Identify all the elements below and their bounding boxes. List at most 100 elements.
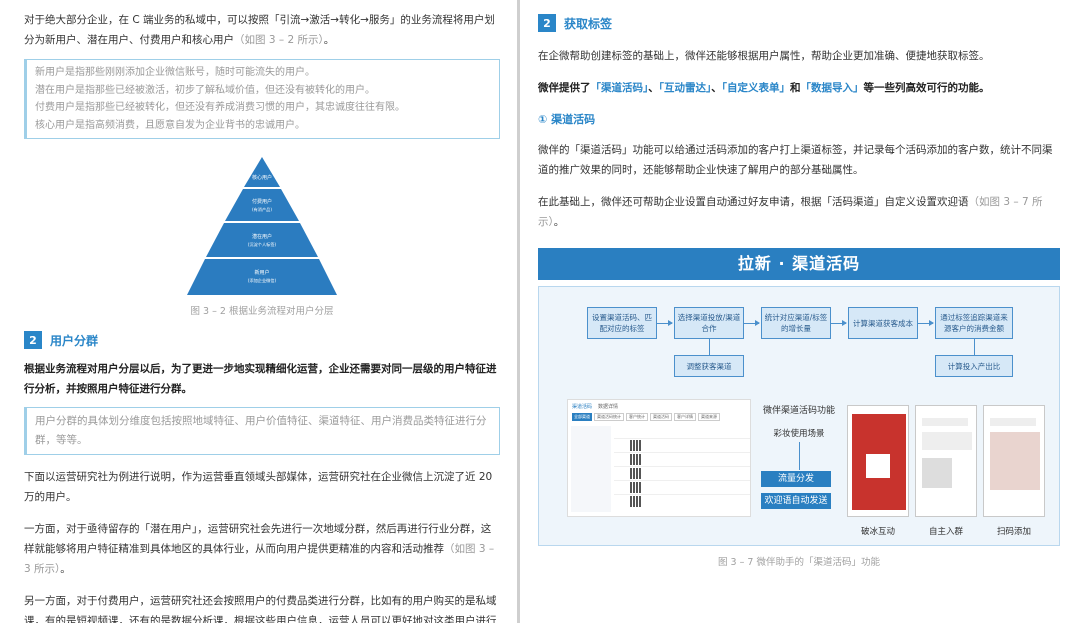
phone-label-scan-add: 扫码添加 bbox=[996, 527, 1031, 537]
pyramid-layer-paid bbox=[225, 189, 299, 221]
admin-filter-2[interactable]: 渠道活码统计 bbox=[594, 413, 624, 421]
right-page: 2 获取标签 在企微帮助创建标签的基础上，微伴还能够根据用户属性，帮助企业更加准… bbox=[520, 0, 1080, 623]
feature-title: 微伴渠道活码功能 bbox=[762, 406, 835, 416]
admin-filter-3[interactable]: 客户统计 bbox=[626, 413, 648, 421]
segmentation-quote-text: 用户分群的具体划分维度包括按照地域特征、用户价值特征、渠道特征、用户消费品类特征… bbox=[35, 415, 487, 446]
flow-step-adjust: 调整获客渠道 bbox=[674, 355, 744, 377]
paragraph-b-end: 。 bbox=[60, 563, 71, 575]
auto-welcome-button: 欢迎语自动发送 bbox=[761, 493, 831, 509]
chat-bubble bbox=[922, 418, 968, 426]
p4-text: 在此基础上，微伴还可帮助企业设置自动通过好友申请，根据「活码渠道」自定义设置欢迎… bbox=[538, 196, 969, 208]
qr-code-icon bbox=[630, 440, 641, 451]
quote-line-3: 付费用户是指那些已经被转化，但还没有养成消费习惯的用户，其忠诚度往往有限。 bbox=[35, 102, 405, 113]
section-2-heading: 2 用户分群 bbox=[24, 331, 500, 349]
left-page: 对于绝大部分企业，在 C 端业务的私域中，可以按照「引流→激活→转化→服务」的业… bbox=[0, 0, 518, 623]
figure-caption-3-7: 图 3 – 7 微伴助手的「渠道活码」功能 bbox=[718, 557, 880, 568]
pyramid-label-new: 新用户 bbox=[254, 269, 269, 276]
right-paragraph-3: 微伴的「渠道活码」功能可以给通过活码添加的客户打上渠道标签，并记录每个活码添加的… bbox=[538, 144, 1053, 176]
feature-interaction-radar: 「互动雷达」 bbox=[658, 82, 712, 94]
right-section-heading: 2 获取标签 bbox=[538, 14, 1060, 32]
admin-filter-5[interactable]: 客户详情 bbox=[674, 413, 696, 421]
right-section-number-badge: 2 bbox=[538, 14, 556, 32]
right-section-title: 获取标签 bbox=[564, 16, 613, 31]
admin-sidebar bbox=[571, 426, 611, 512]
phone-label-group-join: 自主入群 bbox=[928, 527, 963, 537]
pyramid-layer-new bbox=[187, 259, 337, 295]
channel-code-banner: 拉新 · 渠道活码 bbox=[538, 248, 1060, 280]
paragraph-b: 一方面，对于亟待留存的「潜在用户」，运营研究社会先进行一次地域分群，然后再进行行… bbox=[24, 519, 500, 579]
flow-step-2: 选择渠道投放/渠道合作 bbox=[674, 307, 744, 339]
admin-row bbox=[614, 480, 750, 481]
pyramid-label-potential: 潜在用户 bbox=[252, 233, 272, 240]
p4-end: 。 bbox=[553, 216, 565, 228]
phone-mock-scan-add bbox=[983, 405, 1045, 517]
feature-channel-code: 「渠道活码」 bbox=[590, 82, 649, 94]
flow-step-5: 通过标签追踪渠道来源客户的消费金额 bbox=[935, 307, 1013, 339]
admin-filter-6[interactable]: 渠道来源 bbox=[698, 413, 720, 421]
p2-sep-3: 和 bbox=[790, 82, 801, 94]
feature-subtitle: 彩妆使用场景 bbox=[773, 429, 825, 439]
p2-sep-2: 、 bbox=[711, 82, 722, 94]
pyramid-svg: 核心用户 付费用户 (有消产品) 潜在用户 (沉淀个人标签) 新用户 (添加企业… bbox=[187, 157, 337, 295]
quote-line-4: 核心用户是指高频消费，且愿意自发为企业背书的忠诚用户。 bbox=[35, 119, 305, 131]
flow-step-1: 设置渠道活码、匹配对应的标签 bbox=[587, 307, 657, 339]
qr-code-icon bbox=[630, 496, 641, 507]
right-paragraph-2: 微伴提供了「渠道活码」、「互动雷达」、「自定义表单」和「数据导入」等一些列高效可… bbox=[538, 78, 1060, 98]
qr-code-icon bbox=[630, 482, 641, 493]
quote-line-2: 潜在用户是指那些已经被激活，初步了解私域价值，但还没有被转化的用户。 bbox=[35, 84, 375, 96]
flow-arrow-2 bbox=[744, 320, 760, 326]
flow-step-4: 计算渠道获客成本 bbox=[848, 307, 918, 339]
admin-filter-1[interactable]: 全部渠道 bbox=[572, 413, 592, 421]
intro-paragraph: 对于绝大部分企业，在 C 端业务的私域中，可以按照「引流→激活→转化→服务」的业… bbox=[24, 10, 500, 50]
flow-connector-left bbox=[709, 339, 710, 355]
channel-code-figure: 设置渠道活码、匹配对应的标签 选择渠道投放/渠道合作 统计对应渠道/标签的增长量… bbox=[538, 286, 1060, 546]
figure-caption-3-2: 图 3 – 2 根据业务流程对用户分层 bbox=[190, 306, 334, 317]
paragraph-a: 下面以运营研究社为例进行说明，作为运营垂直领域头部媒体，运营研究社在企业微信上沉… bbox=[24, 471, 493, 503]
admin-row bbox=[614, 494, 750, 495]
user-definitions-quote: 新用户是指那些刚刚添加企业微信账号，随时可能流失的用户。 潜在用户是指那些已经被… bbox=[24, 59, 500, 139]
user-pyramid-figure: 核心用户 付费用户 (有消产品) 潜在用户 (沉淀个人标签) 新用户 (添加企业… bbox=[187, 157, 337, 297]
paragraph-c: 另一方面，对于付费用户，运营研究社还会按照用户的付费品类进行分群，比如有的用户购… bbox=[24, 595, 497, 623]
phone-mock-ice-break bbox=[847, 405, 909, 517]
paragraph-b-text: 一方面，对于亟待留存的「潜在用户」，运营研究社会先进行一次地域分群，然后再进行行… bbox=[24, 523, 492, 555]
admin-filters: 全部渠道 渠道活码统计 客户统计 渠道活码 客户详情 渠道来源 bbox=[572, 413, 720, 421]
segmentation-quote: 用户分群的具体划分维度包括按照地域特征、用户价值特征、渠道特征、用户消费品类特征… bbox=[24, 407, 500, 455]
pyramid-sub-new: (添加企业微信) bbox=[248, 277, 277, 284]
flow-arrow-1 bbox=[657, 320, 673, 326]
p2-prefix: 微伴提供了 bbox=[538, 82, 591, 94]
chat-bubble bbox=[990, 418, 1036, 426]
right-paragraph-4: 在此基础上，微伴还可帮助企业设置自动通过好友申请，根据「活码渠道」自定义设置欢迎… bbox=[538, 192, 1060, 232]
p2-sep-1: 、 bbox=[648, 82, 659, 94]
pyramid-sub-paid: (有消产品) bbox=[252, 206, 272, 213]
flow-step-roi: 计算投入产出比 bbox=[935, 355, 1013, 377]
flow-arrow-4 bbox=[918, 320, 934, 326]
admin-tab-code[interactable]: 渠道活码 bbox=[572, 403, 592, 410]
pyramid-layer-potential bbox=[206, 223, 318, 257]
quote-line-1: 新用户是指那些刚刚添加企业微信账号，随时可能流失的用户。 bbox=[35, 67, 315, 78]
flow-arrow-3 bbox=[831, 320, 847, 326]
subsection-title: ① 渠道活码 bbox=[538, 113, 596, 126]
poster-qr bbox=[866, 454, 890, 478]
feature-connector bbox=[799, 442, 800, 470]
pyramid-sub-potential: (沉淀个人标签) bbox=[248, 241, 277, 248]
admin-tab-detail[interactable]: 数据详情 bbox=[598, 403, 618, 410]
admin-row bbox=[614, 452, 750, 453]
phone-mock-group-join bbox=[915, 405, 977, 517]
phone-label-ice-break: 破冰互动 bbox=[860, 527, 895, 537]
admin-tabs: 渠道活码 数据详情 bbox=[572, 403, 618, 410]
qr-code-icon bbox=[630, 468, 641, 479]
intro-figure-ref: （如图 3 – 2 所示） bbox=[234, 34, 324, 46]
admin-screenshot: 渠道活码 数据详情 全部渠道 渠道活码统计 客户统计 渠道活码 客户详情 渠道来… bbox=[567, 399, 751, 517]
feature-data-import: 「数据导入」 bbox=[800, 82, 864, 94]
section-2-bold-paragraph: 根据业务流程对用户分层以后，为了更进一步地实现精细化运营，企业还需要对同一层级的… bbox=[24, 363, 497, 395]
chat-bubble bbox=[922, 458, 952, 488]
qr-code-icon bbox=[630, 454, 641, 465]
pyramid-label-core: 核心用户 bbox=[252, 174, 272, 181]
flow-connector-right bbox=[974, 339, 975, 355]
admin-filter-4[interactable]: 渠道活码 bbox=[650, 413, 672, 421]
flow-step-3: 统计对应渠道/标签的增长量 bbox=[761, 307, 831, 339]
promo-card bbox=[990, 432, 1040, 490]
admin-row bbox=[614, 466, 750, 467]
intro-end: 。 bbox=[323, 34, 335, 46]
admin-row bbox=[614, 438, 750, 439]
